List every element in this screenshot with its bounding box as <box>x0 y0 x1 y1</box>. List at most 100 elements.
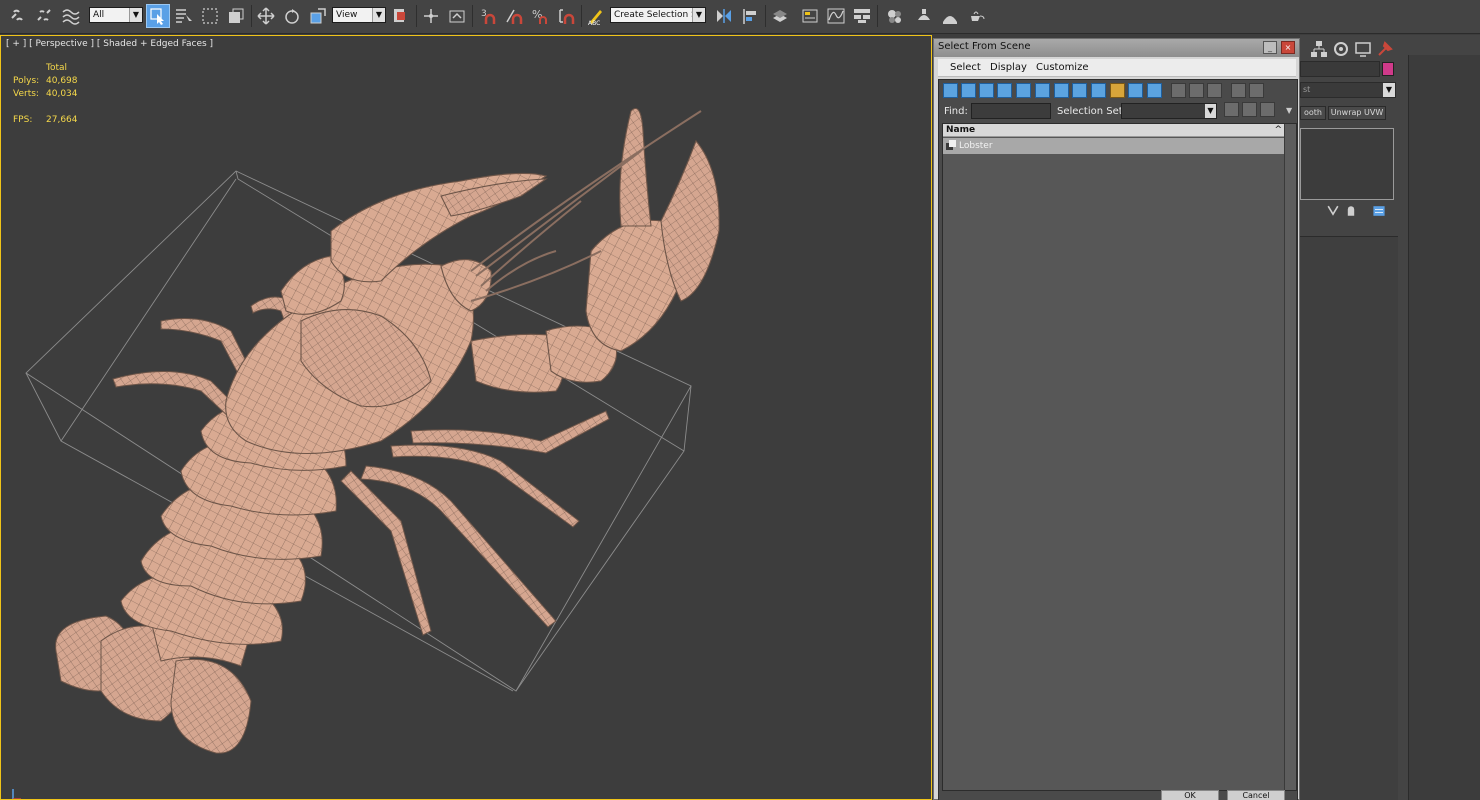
configure-modifier-sets-icon[interactable] <box>1371 203 1387 219</box>
display-space-warps-icon[interactable] <box>1035 83 1050 98</box>
command-panel-scroll-area[interactable] <box>1408 55 1480 800</box>
angle-snap-icon[interactable] <box>502 4 526 28</box>
menu-customize[interactable]: Customize <box>1036 62 1089 73</box>
utilities-tab-icon[interactable] <box>1373 37 1397 61</box>
dialog-titlebar[interactable]: Select From Scene _ × <box>934 39 1299 57</box>
turbosmooth-button[interactable]: ooth <box>1300 106 1326 120</box>
display-helpers-icon[interactable] <box>1016 83 1031 98</box>
select-from-scene-dialog: Select From Scene _ × Select Display Cus… <box>933 38 1300 800</box>
schematic-view-icon[interactable] <box>850 4 874 28</box>
menu-select[interactable]: Select <box>950 62 981 73</box>
svg-text:ABC: ABC <box>588 20 600 26</box>
display-lights-icon[interactable] <box>979 83 994 98</box>
remove-selection-set-icon[interactable] <box>1260 102 1275 117</box>
rectangular-selection-icon[interactable] <box>198 4 222 28</box>
display-geometry-icon[interactable] <box>943 83 958 98</box>
list-item[interactable]: Lobster <box>943 138 1284 154</box>
scale-icon[interactable] <box>306 4 330 28</box>
display-groups-icon[interactable] <box>1054 83 1069 98</box>
select-by-name-button[interactable] <box>172 4 196 28</box>
keyboard-shortcut-override-icon[interactable] <box>445 4 469 28</box>
object-name-field[interactable] <box>1300 61 1380 77</box>
display-bones-icon[interactable] <box>1091 83 1106 98</box>
pin-stack-icon[interactable] <box>1325 203 1341 219</box>
rendered-frame-window-icon[interactable] <box>938 4 962 28</box>
object-name: Lobster <box>959 141 993 151</box>
edit-named-selection-icon[interactable]: ABC <box>584 4 608 28</box>
object-list[interactable]: Name ^ Lobster <box>942 123 1297 791</box>
cancel-button[interactable]: Cancel <box>1227 790 1285 800</box>
render-production-icon[interactable] <box>964 4 988 28</box>
align-icon[interactable] <box>738 4 762 28</box>
link-icon[interactable] <box>6 4 30 28</box>
motion-tab-icon[interactable] <box>1329 37 1353 61</box>
find-input[interactable] <box>971 103 1051 119</box>
main-toolbar: All ▼ View ▼ 3 % ABC Create Selection Se… <box>0 0 1480 34</box>
toolbar-divider <box>581 5 582 27</box>
filter-options-icon[interactable] <box>1249 83 1264 98</box>
close-icon[interactable]: × <box>1281 41 1295 54</box>
unwrap-uvw-button[interactable]: Unwrap UVW <box>1328 106 1386 120</box>
filter-icon[interactable] <box>1231 83 1246 98</box>
menu-display[interactable]: Display <box>990 62 1027 73</box>
perspective-viewport[interactable]: [ + ] [ Perspective ] [ Shaded + Edged F… <box>0 35 932 800</box>
select-invert-icon[interactable] <box>1207 83 1222 98</box>
list-scrollbar[interactable] <box>1284 124 1296 790</box>
modifier-list-dropdown[interactable]: st ▼ <box>1300 82 1396 98</box>
move-icon[interactable] <box>254 4 278 28</box>
select-all-icon[interactable] <box>1171 83 1186 98</box>
display-shapes-icon[interactable] <box>961 83 976 98</box>
material-editor-icon[interactable] <box>882 4 906 28</box>
object-color-swatch[interactable] <box>1382 62 1394 76</box>
dialog-title: Select From Scene <box>938 41 1031 52</box>
selection-filter-dropdown[interactable]: All ▼ <box>89 7 143 23</box>
reference-coordinate-dropdown[interactable]: View ▼ <box>332 7 386 23</box>
toolbar-divider <box>416 5 417 27</box>
display-containers-icon[interactable] <box>1110 83 1125 98</box>
named-selection-dropdown[interactable]: Create Selection Se ▼ <box>610 7 706 23</box>
display-frozen-icon[interactable] <box>1128 83 1143 98</box>
display-tab-icon[interactable] <box>1351 37 1375 61</box>
rotate-icon[interactable] <box>280 4 304 28</box>
show-end-result-icon[interactable] <box>1343 203 1359 219</box>
options-chevron-icon[interactable]: ▼ <box>1286 106 1292 115</box>
curve-editor-icon[interactable] <box>824 4 848 28</box>
display-xrefs-icon[interactable] <box>1072 83 1087 98</box>
bind-space-warp-icon[interactable] <box>58 4 82 28</box>
chevron-down-icon: ▼ <box>1205 104 1216 118</box>
add-selection-set-icon[interactable] <box>1242 102 1257 117</box>
modifier-stack-list[interactable] <box>1300 128 1394 200</box>
select-none-icon[interactable] <box>1189 83 1204 98</box>
toolbar-divider <box>251 5 252 27</box>
name-column-header[interactable]: Name ^ <box>943 124 1296 137</box>
scene-explorer-icon[interactable] <box>798 4 822 28</box>
window-crossing-icon[interactable] <box>224 4 248 28</box>
mirror-icon[interactable] <box>712 4 736 28</box>
hierarchy-tab-icon[interactable] <box>1307 37 1331 61</box>
percent-snap-button[interactable]: % <box>528 4 552 28</box>
display-hidden-icon[interactable] <box>1147 83 1162 98</box>
selection-filter-value: All <box>93 10 105 20</box>
find-label: Find: <box>944 106 968 117</box>
chevron-down-icon: ▼ <box>372 8 385 22</box>
unlink-icon[interactable] <box>32 4 56 28</box>
render-setup-icon[interactable] <box>912 4 936 28</box>
chevron-down-icon: ▼ <box>692 8 705 22</box>
save-selection-set-icon[interactable] <box>1224 102 1239 117</box>
selection-set-dropdown[interactable]: ▼ <box>1121 103 1217 119</box>
axis-gizmo <box>12 789 21 799</box>
modifier-parameters-rollout <box>1300 236 1398 800</box>
layer-manager-icon[interactable] <box>768 4 792 28</box>
select-manipulate-icon[interactable] <box>419 4 443 28</box>
spinner-snap-icon[interactable] <box>554 4 578 28</box>
snaps-toggle-button[interactable]: 3 <box>476 4 500 28</box>
select-object-button[interactable] <box>146 4 170 28</box>
reference-coordinate-value: View <box>336 10 358 20</box>
display-cameras-icon[interactable] <box>997 83 1012 98</box>
pivot-center-icon[interactable] <box>389 4 413 28</box>
ok-button[interactable]: OK <box>1161 790 1219 800</box>
lobster-carapace <box>225 259 492 455</box>
toolbar-divider <box>765 5 766 27</box>
minimize-icon[interactable]: _ <box>1263 41 1277 54</box>
name-column-label: Name <box>946 125 976 135</box>
